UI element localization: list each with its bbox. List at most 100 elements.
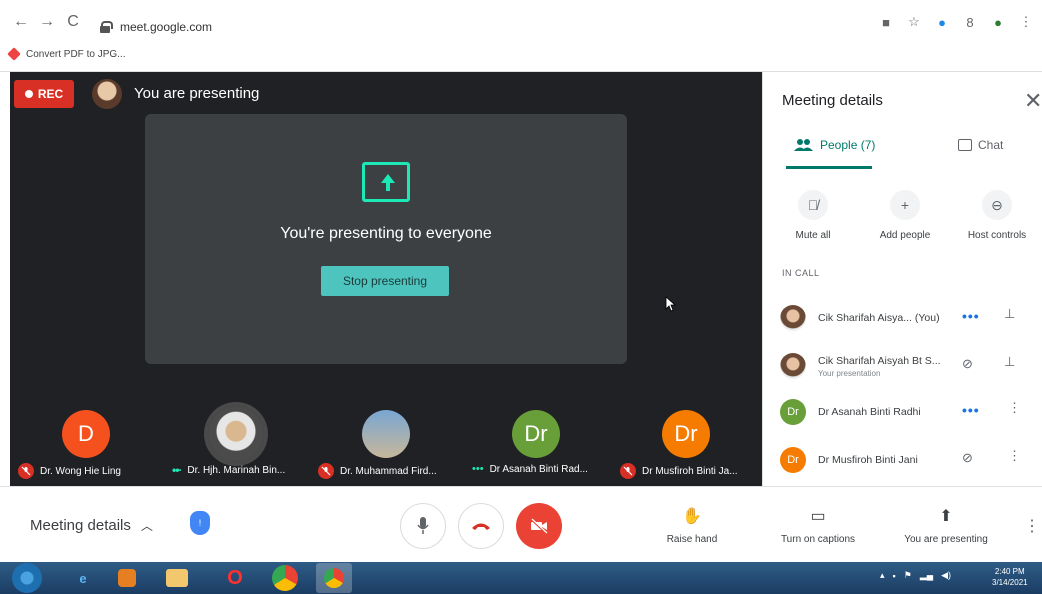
flag-icon[interactable]: ⚑ xyxy=(904,570,912,581)
person-name: Dr Musfiroh Binti Jani xyxy=(818,454,918,466)
tray-expand-icon[interactable]: ▴ xyxy=(880,570,885,581)
presenting-label: You are presenting xyxy=(904,534,988,545)
screen: ← → C meet.google.com ■ ☆ ● 8 ● ⋮ Conver… xyxy=(0,0,1042,594)
list-item[interactable]: Dr Dr Asanah Binti Radhi ••• ⋮ xyxy=(776,392,1038,432)
volume-icon[interactable]: ◀) xyxy=(941,570,951,581)
chat-icon xyxy=(958,139,972,151)
meeting-details-label: Meeting details xyxy=(30,517,131,534)
profile-icon[interactable]: 8 xyxy=(962,14,978,30)
address-bar[interactable]: meet.google.com xyxy=(100,14,880,40)
camera-off-icon xyxy=(530,518,548,534)
forward-icon[interactable]: → xyxy=(36,11,58,33)
reload-icon[interactable]: C xyxy=(62,11,84,33)
camera-toggle-button[interactable] xyxy=(516,503,562,549)
person-info: Dr Musfiroh Binti Jani xyxy=(818,454,950,466)
close-icon[interactable]: ✕ xyxy=(1024,88,1042,114)
tab-chat[interactable]: Chat xyxy=(958,138,1003,152)
speaking-indicator-icon: ••· xyxy=(172,463,182,477)
back-icon[interactable]: ← xyxy=(10,11,32,33)
network-icon[interactable]: ▂▄ xyxy=(920,570,933,581)
host-controls-button[interactable]: ⊖ Host controls xyxy=(952,190,1042,241)
star-icon[interactable]: ☆ xyxy=(906,14,922,30)
leave-call-button[interactable] xyxy=(458,503,504,549)
bookmark-link[interactable]: Convert PDF to JPG... xyxy=(26,49,125,60)
person-name: Cik Sharifah Aisyah Bt S... xyxy=(818,354,941,367)
people-icon xyxy=(794,139,813,151)
chrome-icon[interactable] xyxy=(272,565,298,591)
internet-explorer-icon[interactable]: e xyxy=(70,565,96,591)
present-screen-icon: ⬆ xyxy=(939,508,953,525)
speaking-indicator-icon: ••• xyxy=(962,308,980,324)
avatar xyxy=(92,79,122,109)
list-item[interactable]: Cik Sharifah Aisyah Bt S... Your present… xyxy=(776,346,1038,386)
tab-people[interactable]: People (7) xyxy=(794,138,875,152)
opera-icon[interactable]: O xyxy=(222,565,248,591)
record-dot-icon xyxy=(24,90,33,98)
participant-tile-avatar[interactable]: Dr xyxy=(512,410,560,458)
participant-name-tag: ••• Dr Asanah Binti Rad... xyxy=(472,463,588,475)
start-button-icon[interactable] xyxy=(12,563,42,593)
url-text: meet.google.com xyxy=(120,20,213,34)
participant-name-tag: Dr. Muhammad Fird... xyxy=(318,463,437,479)
participant-tile-avatar[interactable] xyxy=(362,410,410,458)
avatar: Dr xyxy=(780,399,806,425)
rec-label: REC xyxy=(37,87,64,101)
list-item[interactable]: Dr Dr Musfiroh Binti Jani ⊘ ⋮ xyxy=(776,440,1038,480)
tab-people-label: People (7) xyxy=(820,138,876,152)
menu-icon[interactable]: ⋮ xyxy=(1018,14,1034,30)
media-player-icon[interactable] xyxy=(118,569,136,587)
more-options-icon[interactable]: ⋮ xyxy=(1008,448,1021,464)
mute-all-button[interactable]: 🎙̸ Mute all xyxy=(768,190,858,241)
pin-icon[interactable]: ⊥ xyxy=(1004,354,1015,370)
pin-icon[interactable]: ⊥ xyxy=(1004,306,1015,322)
muted-presentation-icon: ⊘ xyxy=(962,356,973,371)
clock-date: 3/14/2021 xyxy=(992,578,1028,587)
participant-tile-avatar[interactable] xyxy=(208,406,264,462)
extension-shield-icon[interactable]: ● xyxy=(934,14,950,30)
tab-chat-label: Chat xyxy=(978,138,1004,152)
participant-initial: Dr xyxy=(524,421,548,446)
mic-off-icon xyxy=(620,463,636,479)
file-explorer-icon[interactable] xyxy=(166,569,188,587)
active-tab-indicator xyxy=(786,166,872,169)
chrome-active-icon[interactable] xyxy=(316,563,352,593)
person-name: Cik Sharifah Aisya... (You) xyxy=(818,312,940,324)
taskbar-clock[interactable]: 2:40 PM 3/14/2021 xyxy=(992,566,1028,588)
participant-tile-avatar[interactable]: Dr xyxy=(662,410,710,458)
in-call-heading: IN CALL xyxy=(782,268,820,278)
avatar-initial: Dr xyxy=(787,454,799,466)
participant-initial: Dr xyxy=(674,421,698,446)
captions-button[interactable]: ▭ Turn on captions xyxy=(770,506,866,545)
security-extension-icon[interactable]: ● xyxy=(990,14,1006,30)
camera-icon[interactable]: ■ xyxy=(878,14,894,30)
presenting-message: You're presenting to everyone xyxy=(280,225,492,242)
tray-app-icon[interactable]: ▪ xyxy=(893,571,896,581)
participant-name: Dr. Muhammad Fird... xyxy=(340,465,437,477)
microphone-button[interactable] xyxy=(400,503,446,549)
participant-initial: D xyxy=(78,421,94,446)
shield-icon[interactable]: ! xyxy=(190,511,210,535)
participant-name-tag: ••· Dr. Hjh. Marinah Bin... xyxy=(172,463,285,477)
microphone-icon xyxy=(417,517,429,534)
list-item[interactable]: Cik Sharifah Aisya... (You) ••• ⊥ xyxy=(776,298,1038,338)
participant-name: Dr. Wong Hie Ling xyxy=(40,465,121,477)
stop-presenting-button[interactable]: Stop presenting xyxy=(321,266,449,296)
lock-icon xyxy=(100,21,113,33)
presenting-button[interactable]: ⬆ You are presenting xyxy=(894,506,998,545)
participant-tile-avatar[interactable]: D xyxy=(62,410,110,458)
meeting-details-toggle[interactable]: Meeting details ︿ xyxy=(30,517,153,534)
avatar xyxy=(780,353,806,379)
more-options-icon[interactable]: ⋮ xyxy=(1024,516,1040,536)
avatar-initial: Dr xyxy=(787,406,799,418)
more-options-icon[interactable]: ⋮ xyxy=(1008,400,1021,416)
recording-badge: REC xyxy=(14,80,74,108)
add-people-button[interactable]: + Add people xyxy=(860,190,950,241)
person-info: Cik Sharifah Aisya... (You) xyxy=(818,312,950,324)
participant-name-tag: Dr Musfiroh Binti Ja... xyxy=(620,463,738,479)
clock-time: 2:40 PM xyxy=(994,567,1025,576)
speaking-indicator-icon: ••• xyxy=(472,463,484,475)
toggle-icon: ⊖ xyxy=(982,190,1012,220)
bookmark-icon xyxy=(7,47,21,61)
panel-title: Meeting details xyxy=(782,92,883,109)
raise-hand-button[interactable]: ✋ Raise hand xyxy=(660,506,724,545)
